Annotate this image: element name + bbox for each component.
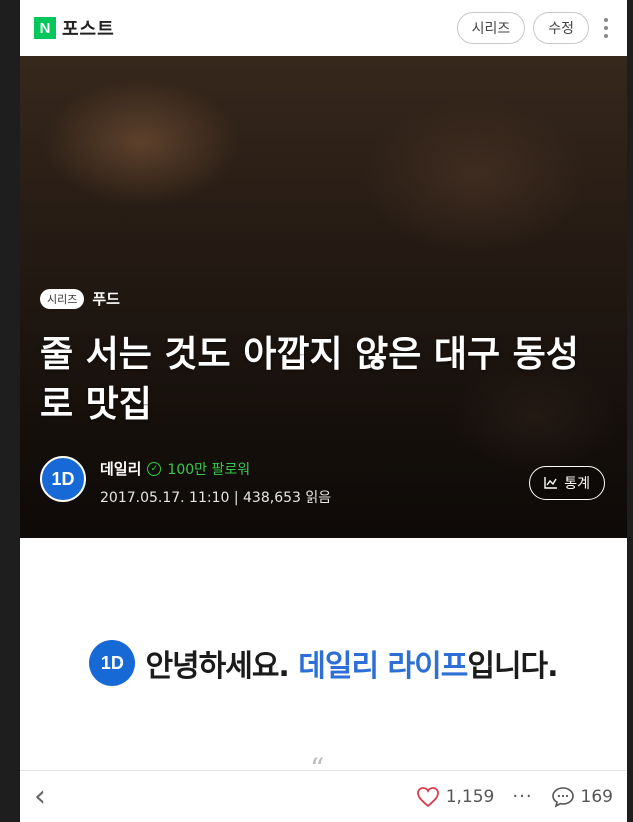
- post-page: N 포스트 시리즈 수정 시리즈 푸드 줄 서는 것도 아깝지 않은 대구 동성…: [20, 0, 627, 822]
- more-options-icon[interactable]: [599, 14, 613, 42]
- greeting-text: 안녕하세요. 데일리 라이프입니다.: [145, 641, 558, 685]
- post-title: 줄 서는 것도 아깝지 않은 대구 동성로 맛집: [40, 334, 579, 425]
- author-line: 데일리 ✓ 100만 팔로워: [100, 458, 331, 479]
- like-button[interactable]: 1,159: [416, 786, 495, 808]
- hero-cover: 시리즈 푸드 줄 서는 것도 아깝지 않은 대구 동성로 맛집 1D 데일리 ✓…: [20, 56, 627, 538]
- author-info: 데일리 ✓ 100만 팔로워 2017.05.17. 11:10 | 438,6…: [100, 456, 331, 507]
- top-actions: 시리즈 수정: [456, 12, 613, 44]
- stats-button-label: 통계: [564, 476, 590, 492]
- greeting-banner: 1D 안녕하세요. 데일리 라이프입니다.: [20, 640, 627, 686]
- author-avatar[interactable]: 1D: [40, 456, 86, 502]
- greeting-accent: 데일리 라이프: [298, 649, 468, 684]
- category-row: 시리즈 푸드: [40, 288, 120, 309]
- chart-icon: [544, 477, 558, 489]
- post-meta: 2017.05.17. 11:10 | 438,653 읽음: [100, 490, 332, 506]
- top-bar: N 포스트 시리즈 수정: [20, 0, 627, 56]
- greeting-suffix: 입니다.: [467, 649, 558, 684]
- comment-count: 169: [580, 786, 613, 807]
- naver-logo-icon[interactable]: N: [34, 17, 56, 39]
- post-logo-text[interactable]: 포스트: [62, 15, 115, 41]
- greeting-prefix: 안녕하세요.: [145, 649, 289, 684]
- follower-count: 100만 팔로워: [167, 461, 251, 478]
- heart-icon: [416, 786, 439, 807]
- author-row: 1D 데일리 ✓ 100만 팔로워 2017.05.17. 11:10 | 43…: [40, 456, 331, 507]
- author-name[interactable]: 데일리: [100, 458, 141, 479]
- verified-check-icon: ✓: [147, 461, 162, 476]
- daily-life-logo: 1D: [89, 640, 136, 686]
- more-button[interactable]: ···: [512, 786, 532, 807]
- bottom-bar: ‹ 1,159 ··· 169: [20, 770, 627, 822]
- category-label[interactable]: 푸드: [92, 288, 120, 309]
- comment-icon: [551, 786, 574, 808]
- edit-button[interactable]: 수정: [533, 12, 589, 44]
- comment-button[interactable]: 169: [551, 786, 613, 808]
- series-badge[interactable]: 시리즈: [40, 288, 85, 309]
- back-button[interactable]: ‹: [34, 779, 46, 814]
- bottom-actions: 1,159 ··· 169: [416, 786, 613, 808]
- series-button[interactable]: 시리즈: [456, 12, 526, 44]
- like-count: 1,159: [445, 786, 495, 807]
- stats-button[interactable]: 통계: [529, 466, 605, 500]
